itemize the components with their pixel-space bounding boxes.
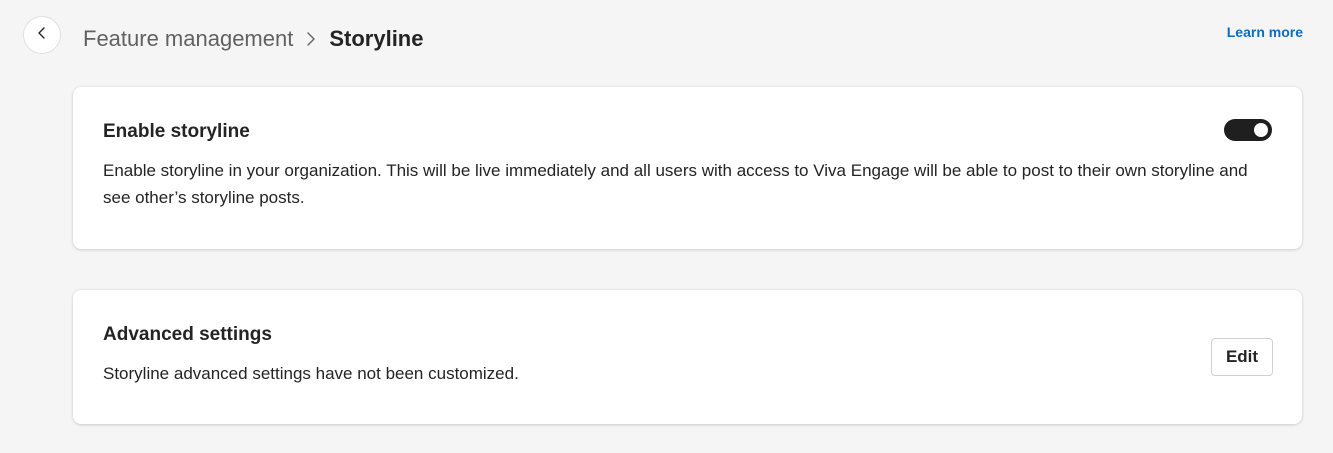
advanced-settings-title: Advanced settings [103,324,272,345]
chevron-left-icon [35,26,49,45]
page-title: Storyline [329,26,424,51]
edit-button[interactable]: Edit [1211,338,1273,376]
breadcrumb-feature-management[interactable]: Feature management [83,26,293,52]
enable-storyline-card: Enable storyline Enable storyline in you… [73,87,1302,249]
advanced-settings-description: Storyline advanced settings have not bee… [103,364,519,383]
toggle-knob [1254,123,1268,137]
enable-storyline-toggle[interactable] [1224,119,1272,141]
advanced-settings-card: Advanced settings Storyline advanced set… [73,290,1302,424]
chevron-right-icon [305,31,317,47]
learn-more-link[interactable]: Learn more [1227,24,1303,40]
storyline-settings-page: Feature management Storyline Learn more … [0,0,1333,453]
back-button[interactable] [23,16,61,54]
enable-storyline-description: Enable storyline in your organization. T… [103,161,1248,207]
enable-storyline-title: Enable storyline [103,121,250,142]
breadcrumb: Feature management Storyline [83,24,423,54]
